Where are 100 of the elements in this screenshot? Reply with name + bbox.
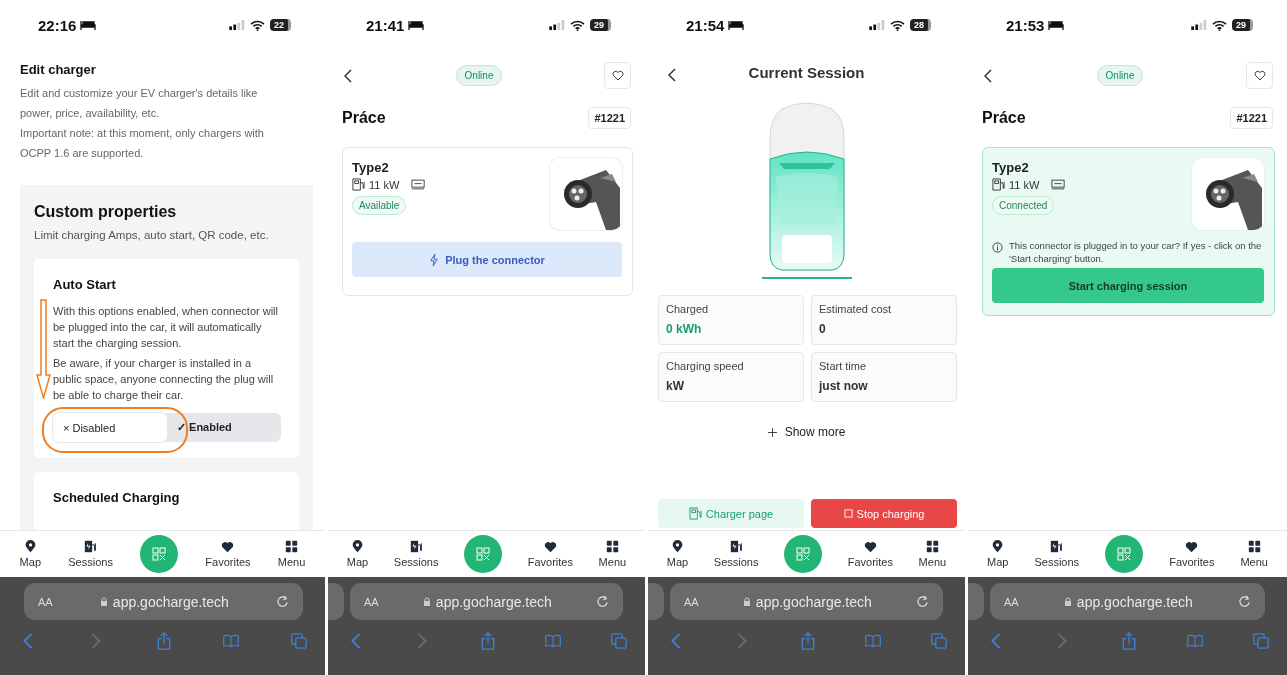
share-icon[interactable] [1120, 632, 1137, 650]
nav-tab[interactable]: Sessions [393, 540, 439, 568]
tab-preview[interactable] [648, 583, 664, 620]
wifi-icon [890, 19, 905, 31]
reload-icon[interactable] [276, 595, 289, 608]
share-icon[interactable] [479, 632, 496, 650]
clock-time: 21:41 [366, 16, 405, 34]
nav-tab[interactable]: Map [346, 540, 369, 568]
qr-scan-button[interactable] [1105, 535, 1144, 573]
card-title: Auto Start [53, 277, 117, 292]
screen-title: Current Session [748, 64, 865, 81]
qr-code-icon [1117, 547, 1132, 561]
heart-icon [863, 540, 877, 553]
toggle-option[interactable]: ✓ Enabled [167, 413, 281, 442]
favorite-button[interactable] [1246, 62, 1273, 89]
text-size-button[interactable]: AA [38, 595, 53, 608]
bed-icon [408, 20, 425, 30]
share-icon[interactable] [799, 632, 816, 650]
tab-preview[interactable] [968, 583, 984, 620]
reload-icon[interactable] [916, 595, 929, 608]
page-url: app.gocharge.tech [755, 593, 872, 610]
signal-icon [869, 20, 885, 30]
reload-icon[interactable] [1238, 595, 1251, 608]
map-pin-icon [351, 540, 364, 553]
battery-indicator: 29 [1232, 19, 1253, 31]
book-icon[interactable] [223, 632, 240, 650]
heart-icon [221, 540, 235, 553]
lock-icon [422, 596, 431, 607]
connector-note: This connector is plugged in to your car? If yes - click on the 'Start charging' button. [1009, 239, 1263, 265]
tabs-icon[interactable] [1253, 632, 1269, 650]
nav-tab[interactable]: Map [19, 540, 41, 568]
connector-status: Connected [992, 196, 1055, 215]
heart-icon [1185, 540, 1199, 553]
payment-card-icon [411, 179, 426, 190]
nav-tab[interactable]: Menu [918, 540, 947, 568]
book-icon[interactable] [865, 632, 882, 650]
action-button[interactable]: Stop charging [811, 499, 957, 528]
connector-status: Available [352, 196, 407, 215]
signal-icon [549, 20, 565, 30]
nav-tab[interactable]: Menu [277, 540, 306, 568]
address-bar[interactable]: AA app.gocharge.tech [24, 583, 303, 620]
text-size-button[interactable]: AA [1004, 595, 1019, 608]
book-icon[interactable] [1186, 632, 1203, 650]
nav-tab[interactable]: Favorites [527, 540, 573, 568]
description-text: Important note: at this moment, only chargers with OCPP 1.6 are supported. [20, 126, 265, 161]
charger-name: Práce [342, 109, 386, 127]
toggle-option[interactable]: × Disabled [53, 413, 167, 442]
page-title: Edit charger [20, 62, 97, 77]
address-bar[interactable]: AA app.gocharge.tech [990, 583, 1265, 620]
action-button[interactable]: Start charging session [992, 268, 1264, 303]
reload-icon[interactable] [596, 595, 609, 608]
nav-tab[interactable]: Sessions [1034, 540, 1080, 568]
favorite-button[interactable] [604, 62, 631, 89]
grid-icon [285, 540, 299, 553]
nav-tab[interactable]: Map [666, 540, 689, 568]
card-text: Be aware, if your charger is installed in a public space, anyone connecting the plug will be able to charge their car. [53, 356, 275, 403]
nav-tab[interactable]: Sessions [68, 540, 113, 568]
bed-icon [728, 20, 745, 30]
nav-tab[interactable]: Menu [1240, 540, 1268, 568]
nav-tab[interactable]: Sessions [713, 540, 759, 568]
text-size-button[interactable]: AA [684, 595, 699, 608]
back-button[interactable] [342, 66, 354, 85]
tab-preview[interactable] [328, 583, 344, 620]
stat-value: 0 kWh [666, 322, 703, 336]
lock-icon [1063, 596, 1072, 607]
address-bar[interactable]: AA app.gocharge.tech [350, 583, 623, 620]
qr-scan-button[interactable] [140, 535, 179, 573]
charger-name: Práce [982, 109, 1026, 127]
description-text: Edit and customize your EV charger's details like power, price, availability, etc. [20, 86, 259, 121]
wifi-icon [1212, 19, 1227, 31]
text-size-button[interactable]: AA [364, 595, 379, 608]
back-button[interactable] [666, 66, 678, 84]
status-pill: Online [1096, 65, 1144, 86]
power-rating: 11 kW [1009, 178, 1040, 191]
nav-tab[interactable]: Map [987, 540, 1009, 568]
qr-code-icon [476, 547, 491, 561]
map-pin-icon [23, 540, 37, 553]
nav-tab[interactable]: Favorites [205, 540, 251, 568]
tabs-icon[interactable] [291, 632, 307, 650]
stat-label: Estimated cost [819, 303, 893, 315]
action-button[interactable]: Plug the connector [352, 242, 622, 277]
status-pill: Online [455, 65, 503, 86]
nav-tab[interactable]: Menu [598, 540, 627, 568]
share-icon[interactable] [155, 632, 172, 650]
charging-station-icon [84, 540, 98, 553]
address-bar[interactable]: AA app.gocharge.tech [670, 583, 943, 620]
nav-tab[interactable]: Favorites [847, 540, 893, 568]
stat-value: 0 [819, 322, 827, 336]
nav-tab[interactable]: Favorites [1169, 540, 1215, 568]
qr-scan-button[interactable] [784, 535, 823, 573]
book-icon[interactable] [545, 632, 562, 650]
page-url: app.gocharge.tech [1076, 593, 1193, 610]
back-button[interactable] [982, 66, 994, 85]
connector-type: Type2 [992, 160, 1030, 175]
qr-scan-button[interactable] [464, 535, 503, 573]
charging-station-icon [992, 178, 1005, 191]
show-more-button[interactable]: Show more [761, 424, 852, 440]
tabs-icon[interactable] [611, 632, 627, 650]
tabs-icon[interactable] [931, 632, 947, 650]
lightning-icon [429, 252, 440, 267]
